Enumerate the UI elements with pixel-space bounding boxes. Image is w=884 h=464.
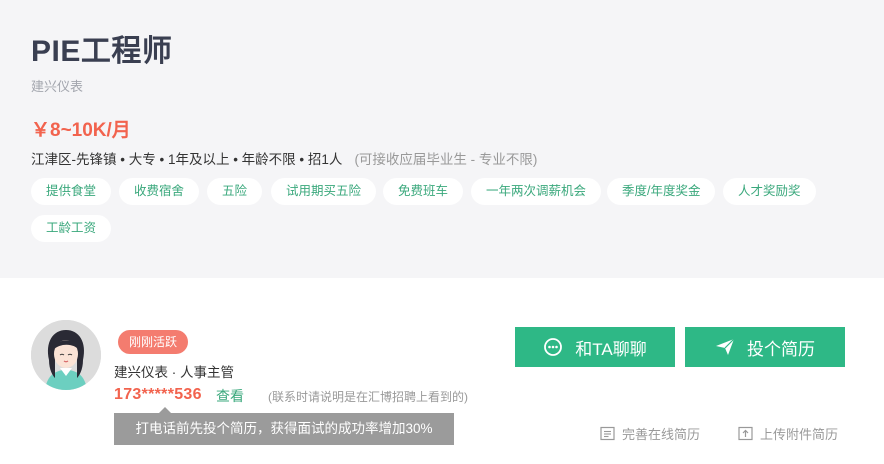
job-header: PIE工程师 建兴仪表 ￥8~10K/月 江津区-先锋镇 • 大专 • 1年及以… xyxy=(0,0,884,278)
active-status-badge: 刚刚活跃 xyxy=(118,330,189,354)
benefit-tag: 收费宿舍 xyxy=(119,178,200,205)
contact-note: (联系时请说明是在汇博招聘上看到的) xyxy=(268,390,468,404)
upload-attachment-resume-label: 上传附件简历 xyxy=(760,427,839,442)
complete-online-resume-label: 完善在线简历 xyxy=(622,427,701,442)
salary: ￥8~10K/月 xyxy=(31,120,131,141)
recruiter-name: 建兴仪表 · 人事主管 xyxy=(114,365,234,380)
job-requirements: 江津区-先锋镇 • 大专 • 1年及以上 • 年龄不限 • 招1人 xyxy=(31,152,343,167)
complete-online-resume-link[interactable]: 完善在线简历 xyxy=(600,424,700,443)
view-phone-link[interactable]: 查看 xyxy=(216,386,244,406)
company-name[interactable]: 建兴仪表 xyxy=(31,76,83,95)
apply-button[interactable]: 投个简历 xyxy=(685,327,845,367)
upload-attachment-resume-link[interactable]: 上传附件简历 xyxy=(738,424,838,443)
paper-plane-icon xyxy=(715,337,735,357)
job-title: PIE工程师 xyxy=(31,35,173,68)
chat-bubble-icon xyxy=(543,337,563,357)
benefit-tag: 五险 xyxy=(207,178,263,205)
apply-tip-tooltip: 打电话前先投个简历，获得面试的成功率增加30% xyxy=(114,413,454,445)
apply-button-label: 投个简历 xyxy=(747,339,815,359)
job-meta: 江津区-先锋镇 • 大专 • 1年及以上 • 年龄不限 • 招1人 (可接收应届毕… xyxy=(31,148,537,168)
benefit-tag: 工龄工资 xyxy=(31,215,112,242)
upload-icon xyxy=(738,426,753,441)
phone-number: 173*****536 xyxy=(114,386,202,403)
benefit-tag: 一年两次调薪机会 xyxy=(471,178,602,205)
document-icon xyxy=(600,426,615,441)
chat-button[interactable]: 和TA聊聊 xyxy=(515,327,675,367)
benefit-tag: 季度/年度奖金 xyxy=(607,178,716,205)
benefit-tag: 免费班车 xyxy=(383,178,464,205)
avatar xyxy=(31,320,101,390)
benefit-tag: 提供食堂 xyxy=(31,178,112,205)
chat-button-label: 和TA聊聊 xyxy=(575,339,647,359)
benefit-tag: 试用期买五险 xyxy=(271,178,377,205)
recruiter-section: 刚刚活跃 建兴仪表 · 人事主管 173*****536 查看 (联系时请说明是… xyxy=(0,278,884,464)
job-meta-note: (可接收应届毕业生 - 专业不限) xyxy=(354,152,538,167)
benefit-tag: 人才奖励奖 xyxy=(723,178,816,205)
